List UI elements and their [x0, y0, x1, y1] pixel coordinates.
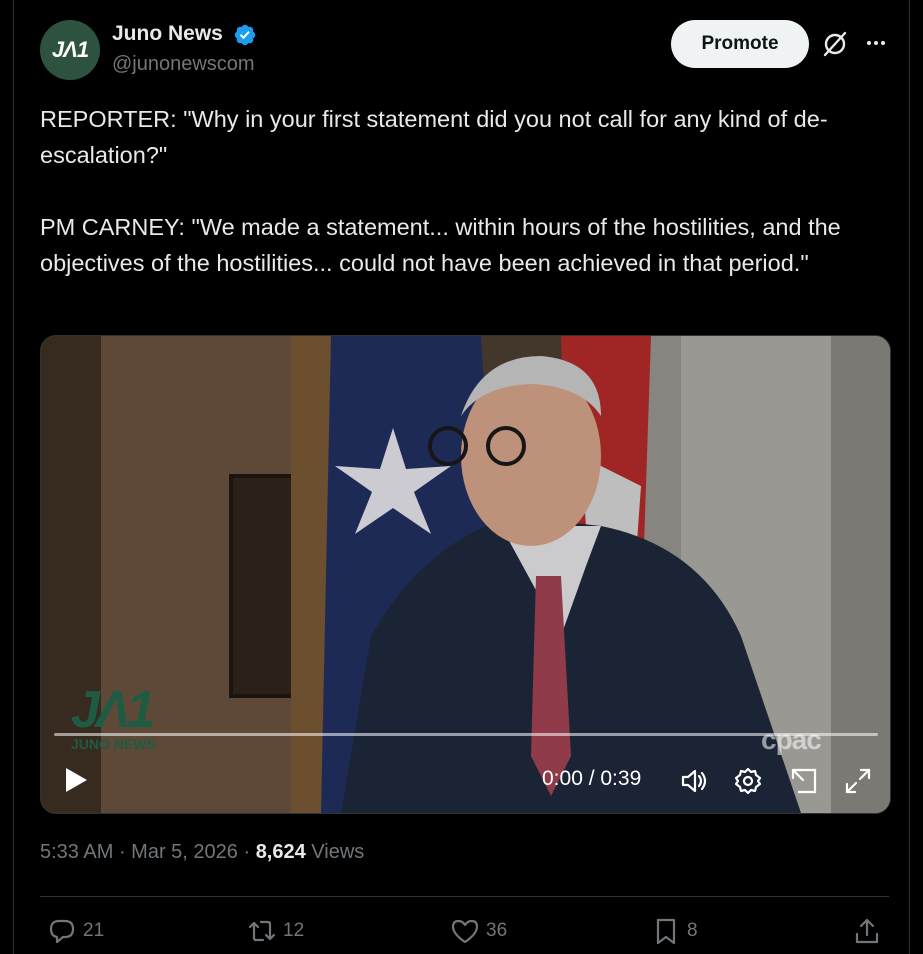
- left-border: [13, 0, 14, 954]
- tweet-meta: 5:33 AM · Mar 5, 2026 · 8,624 Views: [40, 841, 365, 863]
- repost-count: 12: [283, 920, 305, 941]
- right-border: [909, 0, 910, 954]
- repost-button[interactable]: 12: [247, 916, 304, 946]
- fullscreen-icon[interactable]: [843, 766, 873, 796]
- volume-icon[interactable]: [679, 766, 709, 796]
- author-name[interactable]: Juno News: [112, 22, 223, 46]
- divider: [40, 896, 889, 897]
- more-icon[interactable]: [862, 30, 890, 56]
- views-label: Views: [305, 841, 365, 863]
- cpac-watermark: cpac: [761, 724, 822, 755]
- video-player[interactable]: JΛ1 JUNO NEWS cpac 0:00 / 0:39: [40, 335, 891, 814]
- juno-watermark-logo: JΛ1 JUNO NEWS: [71, 681, 156, 752]
- like-button[interactable]: 36: [450, 916, 507, 946]
- play-icon[interactable]: [63, 766, 89, 794]
- views-count: 8,624: [255, 841, 306, 863]
- settings-icon[interactable]: [733, 766, 763, 796]
- tweet-text: REPORTER: "Why in your first statement d…: [40, 106, 841, 276]
- heart-icon: [451, 919, 479, 944]
- bookmark-button[interactable]: 8: [651, 916, 698, 946]
- repost-icon: [248, 920, 276, 942]
- share-button[interactable]: [852, 916, 882, 946]
- avatar[interactable]: JΛ1: [40, 20, 100, 80]
- grok-icon[interactable]: [820, 29, 850, 59]
- post-time[interactable]: 5:33 AM: [40, 841, 113, 863]
- bookmark-count: 8: [687, 920, 698, 941]
- post-date[interactable]: Mar 5, 2026: [131, 841, 238, 863]
- reply-icon: [49, 919, 75, 944]
- reply-button[interactable]: 21: [47, 916, 104, 946]
- video-time: 0:00 / 0:39: [542, 767, 642, 790]
- reply-count: 21: [83, 920, 105, 941]
- verified-badge-icon: [234, 24, 256, 46]
- author-handle[interactable]: @junonewscom: [112, 53, 255, 76]
- like-count: 36: [486, 920, 508, 941]
- promote-button[interactable]: Promote: [671, 20, 809, 68]
- video-progress-bar[interactable]: [54, 733, 878, 736]
- share-icon: [855, 918, 879, 944]
- pip-icon[interactable]: [789, 766, 819, 796]
- bookmark-icon: [656, 918, 676, 945]
